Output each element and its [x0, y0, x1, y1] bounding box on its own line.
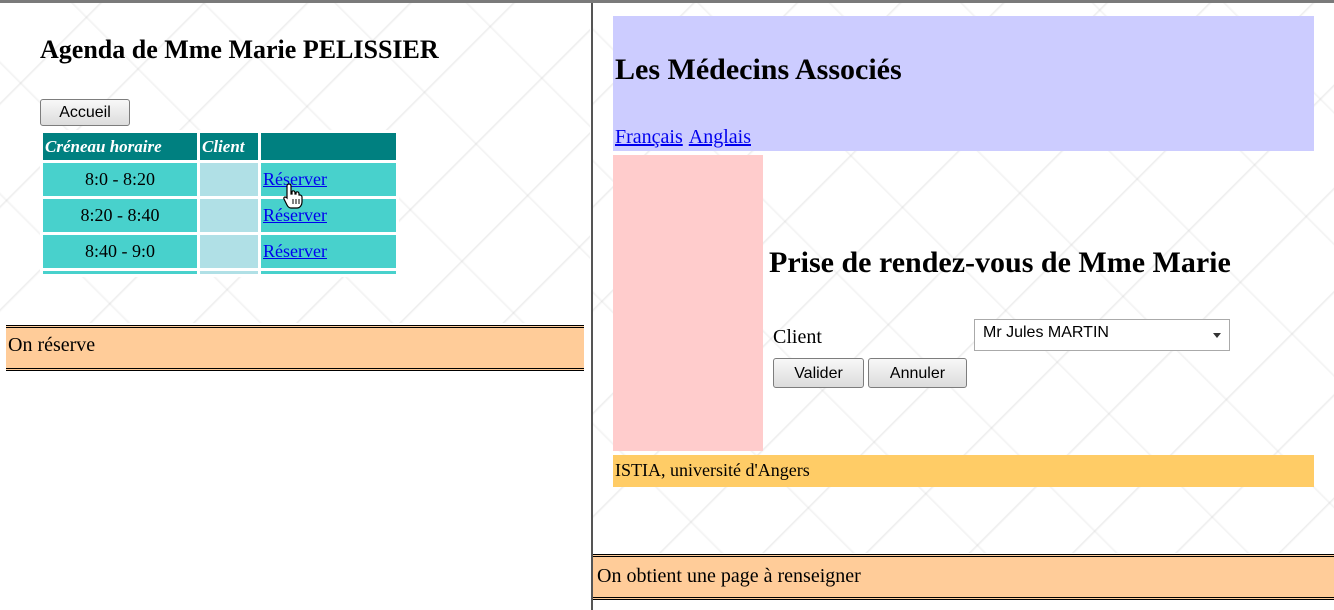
- column-header-action: [261, 133, 396, 160]
- reserver-link[interactable]: Réserver: [263, 241, 327, 261]
- right-screenshot-panel: Les Médecins Associés Français Anglais Pr…: [593, 3, 1334, 553]
- table-header-row: Créneau horaire Client: [43, 133, 396, 160]
- slot-cell: 8:0 - 8:20: [43, 163, 197, 196]
- valider-button[interactable]: Valider: [773, 358, 864, 388]
- column-header-slot: Créneau horaire: [43, 133, 197, 160]
- agenda-table: Créneau horaire Client 8:0 - 8:20 Réserv…: [40, 130, 399, 277]
- accueil-button[interactable]: Accueil: [40, 99, 130, 126]
- chevron-down-icon: [1213, 333, 1221, 338]
- caption-left: On réserve: [6, 325, 584, 371]
- client-select-value: Mr Jules MARTIN: [983, 324, 1109, 341]
- caption-right: On obtient une page à renseigner: [593, 554, 1334, 600]
- language-links: Français Anglais: [615, 126, 757, 149]
- agenda-title: Agenda de Mme Marie PELISSIER: [40, 35, 439, 64]
- appointment-title: Prise de rendez-vous de Mme Marie: [769, 246, 1231, 279]
- left-screenshot-panel: Agenda de Mme Marie PELISSIER Accueil Cr…: [0, 3, 590, 610]
- slot-cell: 8:40 - 9:0: [43, 235, 197, 268]
- table-row: 8:40 - 9:0 Réserver: [43, 235, 396, 268]
- action-cell: Réserver: [261, 235, 396, 268]
- language-link-anglais[interactable]: Anglais: [689, 126, 751, 148]
- table-row: 8:20 - 8:40 Réserver: [43, 199, 396, 232]
- client-cell: [200, 199, 258, 232]
- client-cell: [200, 163, 258, 196]
- hand-cursor-icon: [283, 183, 303, 209]
- agenda-page: Agenda de Mme Marie PELISSIER Accueil Cr…: [0, 3, 590, 323]
- slot-cell: 8:20 - 8:40: [43, 199, 197, 232]
- slot-cell: [43, 271, 197, 274]
- client-cell: [200, 235, 258, 268]
- table-row-cut: [43, 271, 396, 274]
- site-header: Les Médecins Associés Français Anglais: [613, 16, 1314, 151]
- client-label: Client: [773, 326, 822, 348]
- site-footer: ISTIA, université d'Angers: [613, 455, 1314, 487]
- action-cell: [261, 271, 396, 274]
- table-row: 8:0 - 8:20 Réserver: [43, 163, 396, 196]
- annuler-button[interactable]: Annuler: [868, 358, 967, 388]
- client-select[interactable]: Mr Jules MARTIN: [974, 319, 1230, 351]
- language-link-francais[interactable]: Français: [615, 126, 683, 148]
- site-title: Les Médecins Associés: [615, 53, 902, 86]
- left-column: [613, 155, 763, 451]
- column-header-client: Client: [200, 133, 258, 160]
- client-cell: [200, 271, 258, 274]
